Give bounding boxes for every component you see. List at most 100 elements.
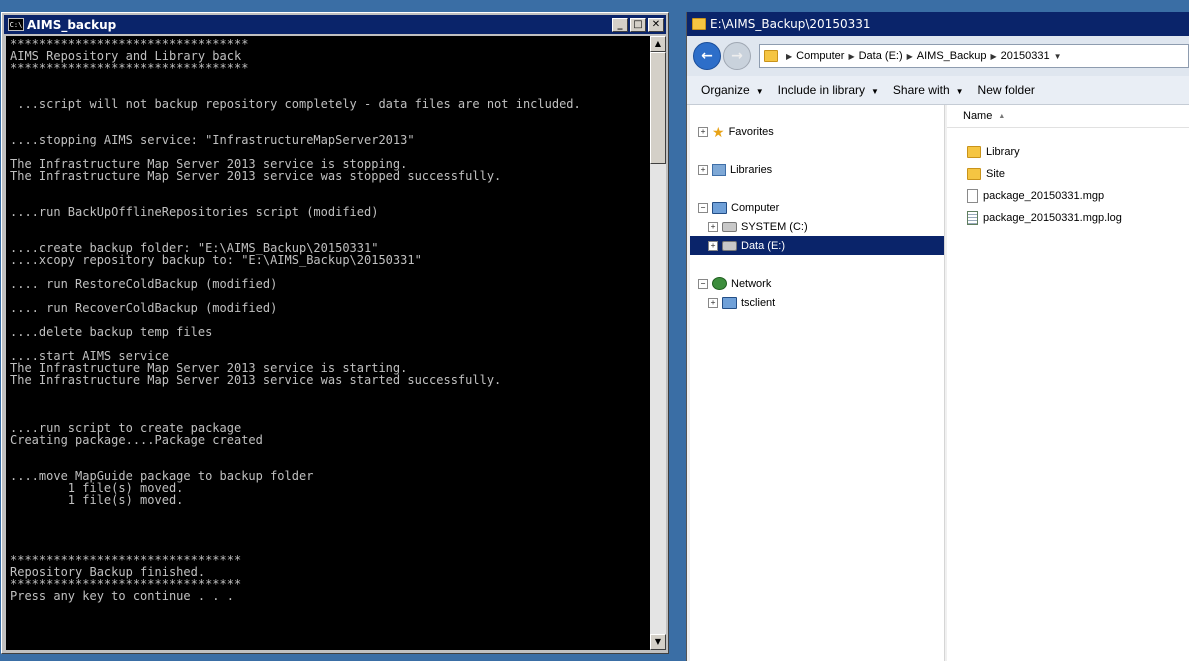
chevron-right-icon[interactable]: ▶: [907, 52, 913, 61]
expand-icon[interactable]: +: [698, 126, 708, 137]
tree-item-computer[interactable]: − Computer: [698, 198, 779, 217]
include-label: Include in library: [777, 83, 865, 97]
computer-icon: [712, 201, 727, 214]
tree-label: Libraries: [730, 163, 773, 176]
drive-icon: [722, 221, 737, 232]
chevron-right-icon[interactable]: ▶: [990, 52, 996, 61]
collapse-icon[interactable]: −: [698, 278, 708, 289]
tree-item-favorites[interactable]: + ★ Favorites: [698, 122, 774, 141]
file-icon: [967, 189, 978, 203]
tree-item-tsclient[interactable]: + tsclient: [708, 293, 775, 312]
console-output[interactable]: ********************************* AIMS R…: [6, 36, 650, 650]
tree-label: tsclient: [741, 296, 776, 309]
file-name: Site: [986, 168, 1005, 180]
scroll-down-arrow-icon[interactable]: ▼: [650, 634, 666, 650]
cmd-icon: C:\: [8, 18, 24, 31]
tree-label: Network: [731, 277, 772, 290]
tree-item-data-e[interactable]: + Data (E:): [690, 236, 944, 255]
breadcrumb-data-e[interactable]: Data (E:): [859, 50, 903, 62]
console-line: Press any key to continue . . .: [10, 589, 234, 603]
column-name-label: Name: [963, 110, 993, 122]
organize-label: Organize: [701, 83, 750, 97]
breadcrumb-20150331[interactable]: 20150331: [1001, 50, 1050, 62]
address-bar: ← → ▶ Computer ▶ Data (E:) ▶ AIMS_Backup…: [687, 36, 1189, 76]
chevron-right-icon[interactable]: ▶: [786, 52, 792, 61]
tree-label: SYSTEM (C:): [741, 220, 808, 233]
list-item[interactable]: package_20150331.mgp.log: [967, 208, 1122, 228]
expand-icon[interactable]: +: [708, 221, 718, 232]
sort-ascending-icon: ▲: [998, 112, 1006, 120]
console-line: The Infrastructure Map Server 2013 servi…: [10, 373, 502, 387]
expand-icon[interactable]: +: [708, 240, 718, 251]
explorer-titlebar[interactable]: E:\AIMS_Backup\20150331: [687, 12, 1189, 36]
include-in-library-button[interactable]: Include in library ▼: [778, 83, 879, 97]
console-line: *********************************: [10, 61, 249, 75]
console-titlebar[interactable]: C:\ AIMS_backup _ □ ✕: [4, 15, 666, 34]
minimize-button[interactable]: _: [612, 17, 628, 32]
folder-icon: [967, 146, 981, 158]
console-line: .... run RecoverColdBackup (modified): [10, 301, 278, 315]
chevron-down-icon: ▼: [755, 87, 764, 96]
address-field[interactable]: ▶ Computer ▶ Data (E:) ▶ AIMS_Backup ▶ 2…: [759, 44, 1189, 68]
command-bar: Organize ▼ Include in library ▼ Share with…: [687, 76, 1189, 105]
tree-label: Favorites: [728, 125, 774, 138]
chevron-right-icon[interactable]: ▶: [848, 52, 854, 61]
console-line: Creating package....Package created: [10, 433, 263, 447]
console-line: The Infrastructure Map Server 2013 servi…: [10, 169, 502, 183]
file-name: package_20150331.mgp.log: [983, 212, 1122, 224]
text-file-icon: [967, 211, 978, 225]
console-line: ....xcopy repository backup to: "E:\AIMS…: [10, 253, 422, 267]
list-item[interactable]: Site: [967, 164, 1005, 184]
list-item[interactable]: package_20150331.mgp: [967, 186, 1104, 206]
close-button[interactable]: ✕: [648, 17, 664, 32]
console-line: ....delete backup temp files: [10, 325, 213, 339]
maximize-button[interactable]: □: [630, 17, 646, 32]
tree-item-network[interactable]: − Network: [698, 274, 771, 293]
expand-icon[interactable]: +: [698, 164, 708, 175]
scroll-thumb[interactable]: [650, 52, 666, 164]
console-window: C:\ AIMS_backup _ □ ✕ ******************…: [1, 12, 669, 654]
forward-arrow-icon[interactable]: →: [723, 42, 751, 70]
tree-label: Computer: [731, 201, 780, 214]
chevron-down-icon[interactable]: ▼: [1054, 52, 1062, 61]
console-line: ....stopping AIMS service: "Infrastructu…: [10, 133, 415, 147]
navigation-pane: + ★ Favorites + Libraries − Computer + S…: [690, 105, 945, 661]
drive-icon: [722, 240, 737, 251]
console-text: ********************************* AIMS R…: [6, 36, 650, 602]
folder-icon: [967, 168, 981, 180]
console-line: ....run BackUpOfflineRepositories script…: [10, 205, 379, 219]
collapse-icon[interactable]: −: [698, 202, 708, 213]
new-folder-button[interactable]: New folder: [978, 83, 1035, 97]
scroll-up-arrow-icon[interactable]: ▲: [650, 36, 666, 52]
console-line: ...script will not backup repository com…: [10, 97, 581, 111]
network-icon: [712, 277, 727, 290]
explorer-window: E:\AIMS_Backup\20150331 ← → ▶ Computer ▶…: [686, 12, 1189, 661]
star-icon: ★: [712, 123, 725, 140]
file-name: Library: [986, 146, 1020, 158]
tree-label: Data (E:): [741, 239, 786, 252]
column-header-name[interactable]: Name ▲: [947, 105, 1189, 128]
share-label: Share with: [892, 83, 950, 97]
list-item[interactable]: Library: [967, 142, 1020, 162]
console-scrollbar[interactable]: ▲ ▼: [650, 36, 666, 650]
chevron-down-icon: ▼: [955, 87, 964, 96]
tree-item-system-c[interactable]: + SYSTEM (C:): [708, 217, 808, 236]
folder-icon: [692, 18, 706, 30]
breadcrumb-aims-backup[interactable]: AIMS_Backup: [917, 50, 987, 62]
folder-icon: [764, 50, 778, 62]
console-line: .... run RestoreColdBackup (modified): [10, 277, 278, 291]
computer-icon: [722, 296, 737, 309]
tree-item-libraries[interactable]: + Libraries: [698, 160, 772, 179]
organize-button[interactable]: Organize ▼: [701, 83, 764, 97]
expand-icon[interactable]: +: [708, 297, 718, 308]
back-arrow-icon[interactable]: ←: [693, 42, 721, 70]
breadcrumb-computer[interactable]: Computer: [796, 50, 844, 62]
library-icon: [712, 163, 726, 176]
file-list: Name ▲ Library Site package_20150331.mgp…: [947, 105, 1189, 661]
chevron-down-icon: ▼: [871, 87, 879, 96]
share-with-button[interactable]: Share with ▼: [893, 83, 964, 97]
console-line: 1 file(s) moved.: [10, 493, 184, 507]
console-title: AIMS_backup: [27, 17, 117, 32]
explorer-title: E:\AIMS_Backup\20150331: [710, 17, 871, 31]
file-name: package_20150331.mgp: [983, 190, 1105, 202]
